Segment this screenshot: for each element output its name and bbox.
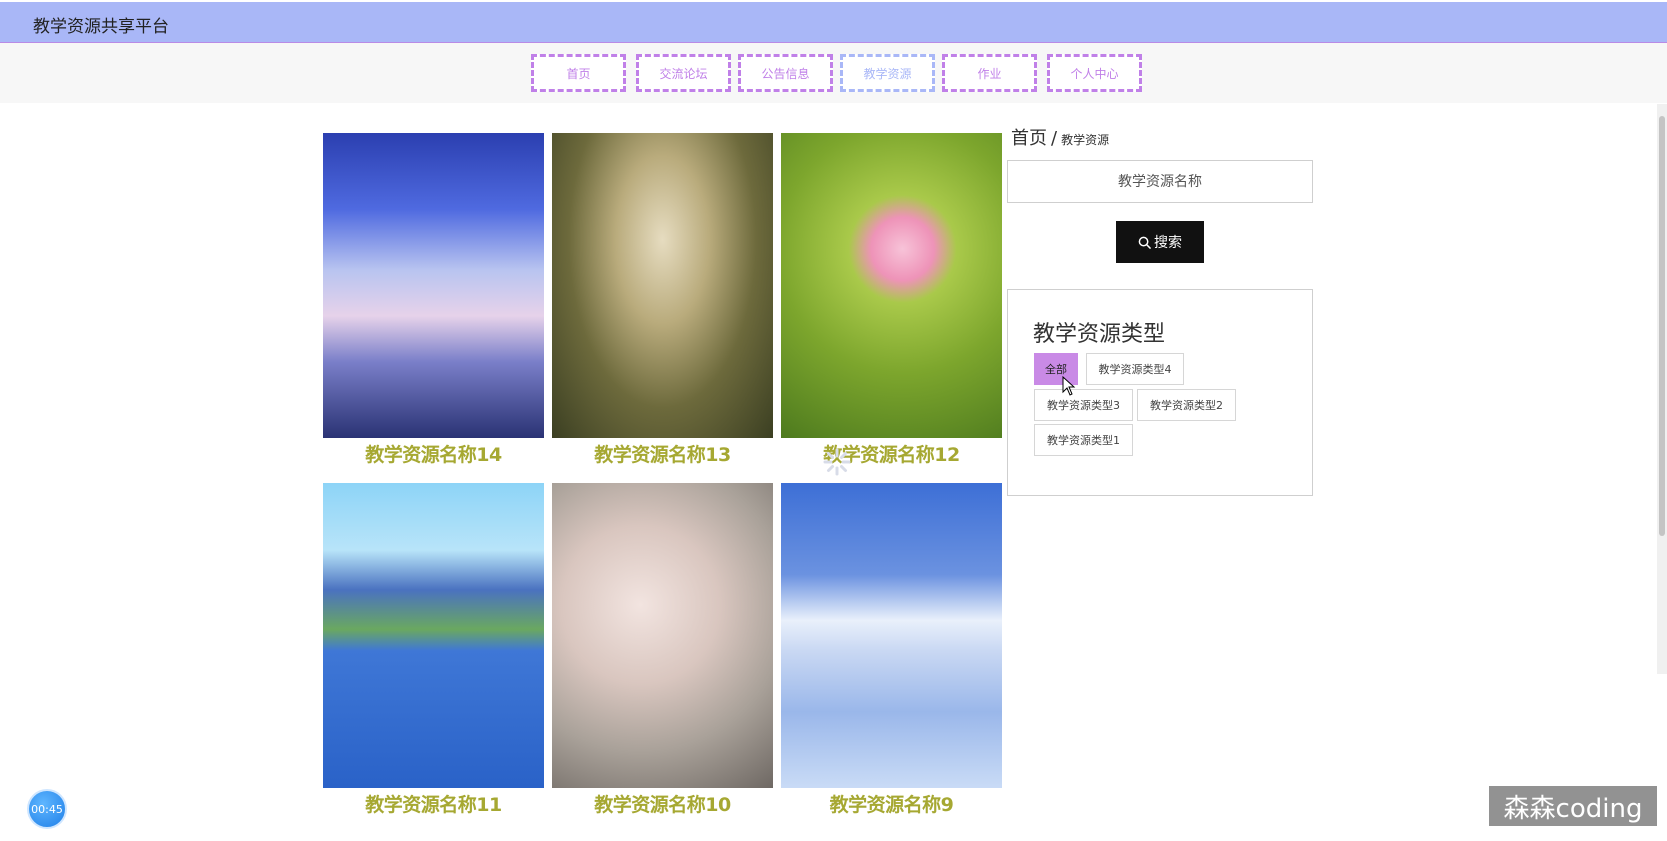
recording-timer: 00:45 xyxy=(27,789,67,829)
nav-item-personal-center[interactable]: 个人中心 xyxy=(1047,54,1142,92)
resource-thumbnail-forest-path[interactable] xyxy=(552,133,773,438)
mouse-cursor-icon xyxy=(1062,376,1076,396)
type-tag-4[interactable]: 教学资源类型4 xyxy=(1086,353,1184,385)
breadcrumb-current: 教学资源 xyxy=(1061,133,1110,147)
type-tag-3[interactable]: 教学资源类型3 xyxy=(1034,389,1133,421)
resource-name[interactable]: 教学资源名称13 xyxy=(552,440,773,467)
page-scrollbar[interactable] xyxy=(1657,104,1667,674)
resource-type-title: 教学资源类型 xyxy=(1033,322,1166,347)
resource-name[interactable]: 教学资源名称10 xyxy=(552,790,773,817)
nav-item-home[interactable]: 首页 xyxy=(531,54,626,92)
type-tag-2[interactable]: 教学资源类型2 xyxy=(1137,389,1236,421)
resource-card[interactable]: 教学资源名称12 xyxy=(781,133,1002,467)
watermark: 森森coding xyxy=(1489,786,1657,826)
resource-thumbnail-blossom[interactable] xyxy=(552,483,773,788)
search-input[interactable] xyxy=(1007,160,1313,203)
resource-name[interactable]: 教学资源名称14 xyxy=(323,440,544,467)
resource-thumbnail-lake[interactable] xyxy=(323,483,544,788)
resource-name[interactable]: 教学资源名称12 xyxy=(781,440,1002,467)
resource-card[interactable]: 教学资源名称9 xyxy=(781,483,1002,817)
breadcrumb: 首页 / 教学资源 xyxy=(1011,124,1313,150)
resource-card[interactable]: 教学资源名称13 xyxy=(552,133,773,467)
top-header: 教学资源共享平台 xyxy=(0,2,1667,43)
resource-thumbnail-lotus[interactable] xyxy=(781,133,1002,438)
resource-thumbnail-sky[interactable] xyxy=(323,133,544,438)
resource-name[interactable]: 教学资源名称11 xyxy=(323,790,544,817)
search-icon xyxy=(1138,236,1151,249)
search-button[interactable]: 搜索 xyxy=(1116,221,1204,263)
loading-spinner-icon xyxy=(823,448,851,476)
resource-card[interactable]: 教学资源名称11 xyxy=(323,483,544,817)
resource-card[interactable]: 教学资源名称10 xyxy=(552,483,773,817)
main-nav: 首页 交流论坛 公告信息 教学资源 作业 个人中心 xyxy=(0,43,1667,103)
nav-item-forum[interactable]: 交流论坛 xyxy=(636,54,731,92)
scrollbar-thumb[interactable] xyxy=(1659,116,1665,536)
resource-card[interactable]: 教学资源名称14 xyxy=(323,133,544,467)
nav-item-homework[interactable]: 作业 xyxy=(942,54,1037,92)
app-title: 教学资源共享平台 xyxy=(33,17,169,37)
type-tag-1[interactable]: 教学资源类型1 xyxy=(1034,424,1133,456)
resource-name[interactable]: 教学资源名称9 xyxy=(781,790,1002,817)
breadcrumb-home[interactable]: 首页 xyxy=(1011,128,1047,149)
search-button-label: 搜索 xyxy=(1154,235,1182,251)
resource-thumbnail-snow-house[interactable] xyxy=(781,483,1002,788)
nav-item-resources[interactable]: 教学资源 xyxy=(840,54,935,92)
nav-item-announcements[interactable]: 公告信息 xyxy=(738,54,833,92)
breadcrumb-separator: / xyxy=(1051,128,1058,149)
